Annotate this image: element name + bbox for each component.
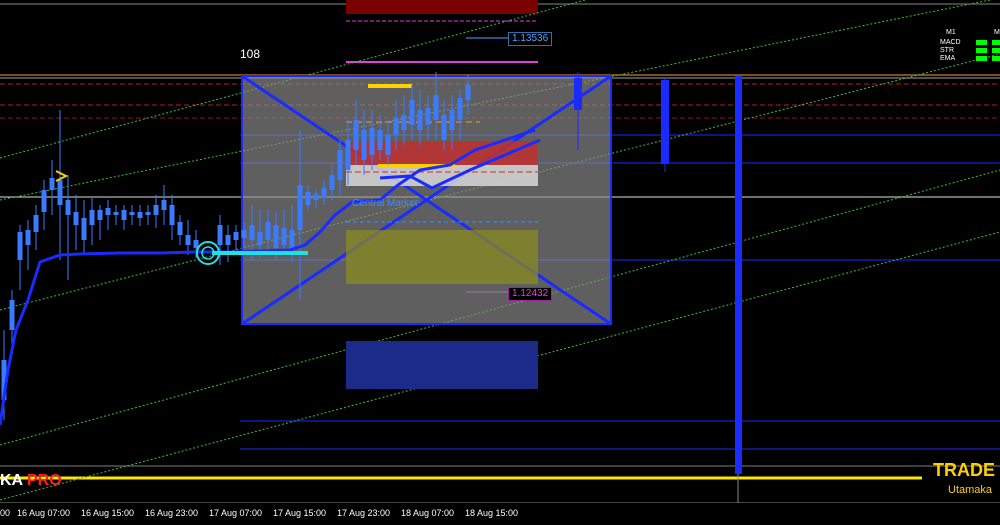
candle-body	[153, 205, 159, 215]
timeframe-m1: M1	[946, 29, 956, 36]
candle-body	[409, 100, 415, 125]
candle-body	[417, 110, 423, 130]
time-label: 16 Aug 07:00	[17, 508, 71, 518]
str-status-dot-2	[992, 48, 1000, 53]
candle-body	[225, 235, 231, 245]
candle-body	[425, 108, 431, 125]
indicator-panel: M1 M MACD STR EMA	[936, 29, 1000, 65]
candle-body	[113, 212, 119, 215]
time-axis: 00 16 Aug 07:00 16 Aug 15:00 16 Aug 23:0…	[0, 503, 1000, 525]
brand-left-red: PRO	[26, 472, 62, 489]
candle-body	[169, 205, 175, 225]
spike-candle-1-body	[574, 78, 582, 110]
candle-body	[97, 210, 103, 220]
price-chart[interactable]: 108 1.13536 1.12432 Central Market M1 M …	[0, 0, 1000, 525]
macd-status-dot-2	[992, 40, 1000, 45]
candle-body	[457, 98, 463, 120]
candle-body	[401, 115, 407, 130]
spike-candle-3-body	[735, 76, 742, 474]
olive-demand-zone	[346, 230, 538, 284]
candle-body	[25, 230, 31, 245]
time-label: 17 Aug 07:00	[209, 508, 263, 518]
candle-body	[385, 135, 391, 155]
candle-body	[433, 95, 439, 120]
candle-body	[137, 212, 143, 218]
candle-body	[241, 230, 247, 238]
brand-left-white: KA	[0, 472, 23, 489]
candle-body	[321, 188, 327, 198]
macd-status-dot	[976, 40, 987, 45]
candle-body	[177, 222, 183, 235]
candle-body	[345, 140, 351, 170]
time-label: 18 Aug 07:00	[401, 508, 455, 518]
candle-body	[289, 230, 295, 250]
candle-body	[17, 232, 23, 260]
candle-body	[273, 225, 279, 248]
candle-body	[393, 118, 399, 135]
candle-body	[305, 192, 311, 205]
candle-body	[65, 200, 71, 215]
candle-body	[465, 85, 471, 100]
navy-zone	[346, 341, 538, 389]
upper-price-tag: 1.13536	[508, 32, 553, 46]
indicator-row-str: STR	[940, 47, 954, 54]
candle-body	[233, 232, 239, 240]
candle-body	[217, 225, 223, 245]
candle-body	[361, 130, 367, 160]
candle-body	[377, 130, 383, 150]
candle-body	[329, 175, 335, 190]
time-label: 00	[0, 508, 11, 518]
indicator-row-ema: EMA	[940, 55, 956, 62]
candle-body	[353, 120, 359, 150]
dark-red-zone	[346, 0, 538, 14]
indicator-row-macd: MACD	[940, 39, 961, 46]
candle-body	[81, 218, 87, 240]
candle-body	[185, 235, 191, 245]
box-number-label: 108	[240, 47, 261, 61]
candle-body	[57, 180, 63, 205]
candle-body	[257, 232, 263, 245]
timeframe-m: M	[994, 29, 1000, 36]
candle-body	[249, 225, 255, 240]
time-label: 18 Aug 15:00	[465, 508, 519, 518]
spike-candle-2-body	[661, 80, 669, 164]
time-label: 16 Aug 23:00	[145, 508, 199, 518]
candle-body	[49, 178, 55, 190]
candle-body	[121, 210, 127, 220]
ema-status-dot	[976, 56, 987, 61]
candle-body	[337, 150, 343, 180]
brand-right-subtitle: Utamaka	[948, 484, 993, 496]
chart-canvas[interactable]	[0, 0, 1000, 525]
candle-body	[129, 212, 135, 215]
candle-body	[297, 185, 303, 230]
candle-body	[369, 128, 375, 155]
candle-body	[33, 215, 39, 232]
candle-body	[281, 228, 287, 245]
candle-body	[73, 212, 79, 225]
candle-body	[441, 115, 447, 140]
candle-body	[313, 194, 319, 200]
candle-body	[89, 210, 95, 225]
candle-body	[265, 222, 271, 240]
candle-body	[9, 300, 15, 330]
brand-right-title: TRADE	[933, 460, 995, 480]
brand-left-logo: KA PRO	[0, 472, 62, 490]
candle-body	[41, 190, 47, 212]
time-label: 16 Aug 15:00	[81, 508, 135, 518]
candle-body	[449, 110, 455, 130]
lower-price-tag: 1.12432	[508, 287, 553, 301]
str-status-dot	[976, 48, 987, 53]
entry-arrow-icon	[55, 170, 69, 182]
time-label: 17 Aug 23:00	[337, 508, 391, 518]
time-label: 17 Aug 15:00	[273, 508, 327, 518]
ema-status-dot-2	[992, 56, 1000, 61]
candle-body	[145, 212, 151, 215]
candle-body	[105, 208, 111, 215]
central-market-label: Central Market	[352, 198, 418, 209]
candle-body	[161, 200, 167, 210]
